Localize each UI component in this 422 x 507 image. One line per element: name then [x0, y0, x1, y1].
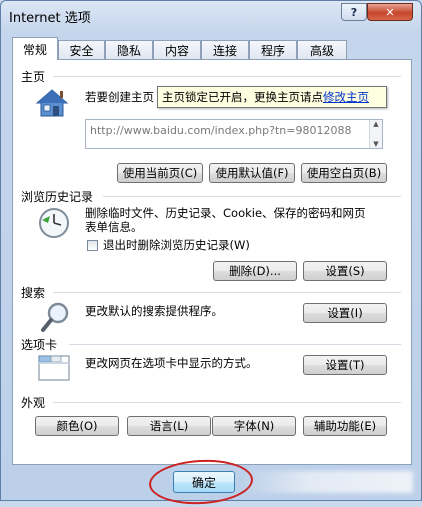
help-icon: ? [350, 5, 358, 19]
fonts-button[interactable]: 字体(N) [212, 416, 296, 436]
homepage-url-text: http://www.baidu.com/index.php?tn=980120… [90, 124, 352, 137]
tab-privacy[interactable]: 隐私 [105, 40, 153, 59]
help-button[interactable]: ? [341, 3, 367, 21]
colors-button[interactable]: 颜色(O) [35, 416, 119, 436]
search-settings-button[interactable]: 设置(I) [303, 303, 387, 323]
section-divider [53, 292, 401, 293]
section-divider [103, 196, 401, 197]
delete-on-exit-checkbox[interactable] [87, 240, 98, 251]
tabs-window-icon [37, 352, 71, 382]
languages-button[interactable]: 语言(L) [127, 416, 211, 436]
tabs-description: 更改网页在选项卡中显示的方式。 [85, 356, 258, 370]
use-default-button[interactable]: 使用默认值(F) [209, 163, 295, 183]
search-section-title: 搜索 [21, 286, 46, 300]
history-section-title: 浏览历史记录 [21, 190, 94, 204]
tab-connections[interactable]: 连接 [201, 40, 249, 59]
change-homepage-link[interactable]: 修改主页 [323, 89, 369, 105]
scroll-up-icon[interactable]: ▲ [373, 120, 378, 128]
close-icon: ✕ [385, 5, 395, 19]
history-description-line1: 删除临时文件、历史记录、Cookie、保存的密码和网页 [85, 206, 366, 220]
tab-general[interactable]: 常规 [12, 37, 58, 60]
homepage-description: 若要创建主页 [85, 90, 154, 104]
appearance-section-title: 外观 [21, 396, 46, 410]
title-bar[interactable]: Internet 选项 ? ✕ [1, 1, 421, 31]
tab-content[interactable]: 内容 [153, 40, 201, 59]
tab-advanced[interactable]: 高级 [297, 40, 347, 59]
url-scrollbar[interactable]: ▲ ▼ [369, 120, 382, 148]
general-tab-panel: 主页 若要创建主页 http://www.baidu.com/index.php… [12, 59, 412, 465]
tabs-section-title: 选项卡 [21, 338, 58, 352]
home-icon [35, 88, 69, 118]
scroll-down-icon[interactable]: ▼ [373, 140, 378, 148]
section-divider [69, 344, 401, 345]
magnifier-icon [39, 300, 73, 334]
delete-history-button[interactable]: 删除(D)... [213, 261, 297, 281]
history-clock-icon [37, 206, 71, 240]
section-divider [53, 402, 401, 403]
homepage-lock-tooltip: 主页锁定已开启，更换主页请点 修改主页 [157, 86, 387, 108]
close-button[interactable]: ✕ [367, 3, 413, 21]
section-divider [53, 76, 401, 77]
blurred-footer-buttons [241, 471, 413, 493]
search-description: 更改默认的搜索提供程序。 [85, 304, 223, 318]
homepage-section-title: 主页 [21, 70, 46, 84]
use-current-button[interactable]: 使用当前页(C) [117, 163, 203, 183]
history-settings-button[interactable]: 设置(S) [303, 261, 387, 281]
history-description-line2: 表单信息。 [85, 220, 143, 234]
window-title: Internet 选项 [9, 11, 91, 26]
accessibility-button[interactable]: 辅助功能(E) [303, 416, 387, 436]
tooltip-text: 主页锁定已开启，更换主页请点 [162, 90, 323, 104]
internet-options-dialog: Internet 选项 ? ✕ 常规 安全 隐私 内容 连接 程序 高级 主页 [0, 0, 422, 507]
use-blank-button[interactable]: 使用空白页(B) [301, 163, 387, 183]
tabs-settings-button[interactable]: 设置(T) [303, 355, 387, 375]
tab-programs[interactable]: 程序 [249, 40, 297, 59]
homepage-url-textarea[interactable]: http://www.baidu.com/index.php?tn=980120… [85, 119, 383, 149]
delete-on-exit-label[interactable]: 退出时删除浏览历史记录(W) [103, 238, 250, 253]
tab-security[interactable]: 安全 [58, 40, 105, 59]
